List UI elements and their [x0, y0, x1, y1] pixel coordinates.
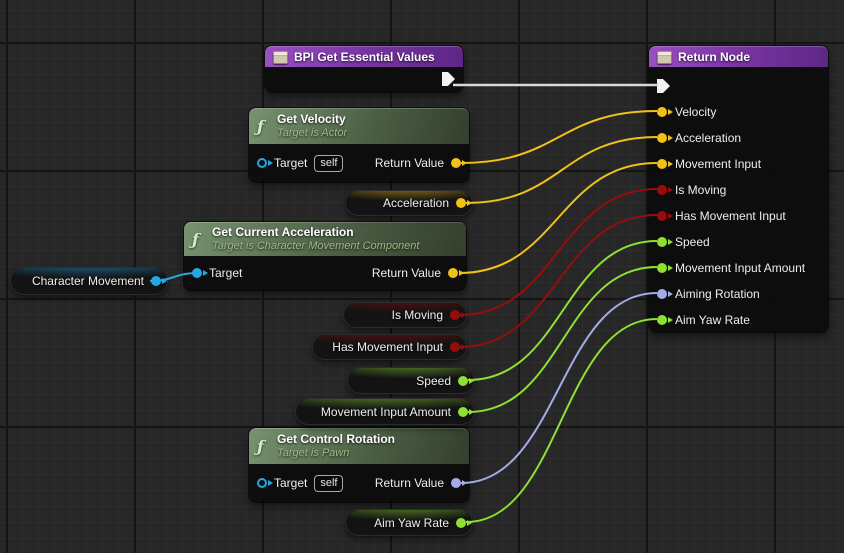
- input-pin-speed[interactable]: [657, 237, 667, 247]
- node-header[interactable]: BPI Get Essential Values: [265, 46, 463, 67]
- output-pin[interactable]: [456, 518, 466, 528]
- pin-label: Has Movement Input: [675, 209, 786, 223]
- output-pin[interactable]: [151, 276, 161, 286]
- input-pin-has-movement-input[interactable]: [657, 211, 667, 221]
- input-pin-velocity[interactable]: [657, 107, 667, 117]
- input-pin-is-moving[interactable]: [657, 185, 667, 195]
- pin-label: Movement Input Amount: [675, 261, 805, 275]
- input-pin-aiming-rotation[interactable]: [657, 289, 667, 299]
- pin-label: Acceleration: [675, 131, 741, 145]
- output-pin[interactable]: [450, 342, 460, 352]
- pin-label: Aiming Rotation: [675, 287, 760, 301]
- input-pin-movement-input[interactable]: [657, 159, 667, 169]
- node-title: Get Velocity: [277, 112, 347, 127]
- wire-acceleration[interactable]: [466, 137, 657, 203]
- pure-function-icon: ƒ: [257, 439, 271, 455]
- exec-input-pin[interactable]: [657, 79, 670, 93]
- target-input-pin[interactable]: [192, 268, 202, 278]
- return-pin-row-movement-input: Movement Input: [649, 151, 828, 177]
- wire-velocity[interactable]: [461, 111, 657, 163]
- wire-aim-yaw-rate[interactable]: [466, 319, 657, 522]
- blueprint-graph-canvas[interactable]: BPI Get Essential Values Return Node Vel…: [0, 0, 844, 553]
- exec-input-row: [649, 73, 828, 99]
- pin-label: Target: [274, 156, 307, 170]
- input-pin-acceleration[interactable]: [657, 133, 667, 143]
- result-node-icon: [657, 51, 672, 64]
- node-get-velocity[interactable]: ƒ Get Velocity Target is Actor Target se…: [249, 108, 469, 182]
- var-node-acceleration[interactable]: Acceleration: [345, 190, 473, 216]
- wire-has-movement-input[interactable]: [459, 215, 657, 347]
- var-node-character-movement[interactable]: Character Movement: [10, 267, 168, 295]
- return-pin-row-movement-input-amount: Movement Input Amount: [649, 255, 828, 281]
- wire-movement-input[interactable]: [459, 163, 657, 273]
- pin-label: Target: [209, 266, 242, 280]
- exec-output-pin[interactable]: [442, 72, 455, 86]
- pin-label: Target: [274, 476, 307, 490]
- var-node-is-moving[interactable]: Is Moving: [343, 302, 467, 328]
- pin-label: Movement Input: [675, 157, 761, 171]
- node-header[interactable]: ƒ Get Velocity Target is Actor: [249, 108, 469, 144]
- node-header[interactable]: ƒ Get Current Acceleration Target is Cha…: [184, 222, 466, 256]
- return-value-output-pin[interactable]: [451, 158, 461, 168]
- node-title: Get Control Rotation: [277, 432, 395, 447]
- var-node-has-movement-input[interactable]: Has Movement Input: [312, 334, 467, 360]
- event-node-icon: [273, 51, 288, 64]
- pin-label: Return Value: [375, 476, 444, 490]
- return-pin-row-acceleration: Acceleration: [649, 125, 828, 151]
- return-pin-row-is-moving: Is Moving: [649, 177, 828, 203]
- var-node-label: Aim Yaw Rate: [374, 516, 449, 530]
- node-return[interactable]: Return Node Velocity Acceleration Moveme…: [649, 46, 828, 332]
- pure-function-icon: ƒ: [257, 119, 271, 135]
- pin-label: Velocity: [675, 105, 716, 119]
- output-pin[interactable]: [450, 310, 460, 320]
- pin-label: Is Moving: [675, 183, 726, 197]
- wire-movement-input-amount[interactable]: [468, 267, 657, 412]
- pure-function-icon: ƒ: [192, 232, 206, 248]
- input-pin-aim-yaw-rate[interactable]: [657, 315, 667, 325]
- return-pin-row-aiming-rotation: Aiming Rotation: [649, 281, 828, 307]
- node-get-control-rotation[interactable]: ƒ Get Control Rotation Target is Pawn Ta…: [249, 428, 469, 502]
- var-node-label: Acceleration: [383, 196, 449, 210]
- pin-label: Return Value: [375, 156, 444, 170]
- node-subtitle: Target is Character Movement Component: [212, 240, 419, 254]
- var-node-label: Movement Input Amount: [321, 405, 451, 419]
- var-node-label: Is Moving: [392, 308, 443, 322]
- output-pin[interactable]: [456, 198, 466, 208]
- self-default-value[interactable]: self: [314, 155, 343, 172]
- return-pin-row-speed: Speed: [649, 229, 828, 255]
- return-value-output-pin[interactable]: [451, 478, 461, 488]
- node-title: BPI Get Essential Values: [294, 50, 435, 64]
- output-pin[interactable]: [458, 407, 468, 417]
- return-value-output-pin[interactable]: [448, 268, 458, 278]
- node-header[interactable]: ƒ Get Control Rotation Target is Pawn: [249, 428, 469, 464]
- output-pin[interactable]: [458, 376, 468, 386]
- wire-is-moving[interactable]: [459, 189, 657, 315]
- var-node-speed[interactable]: Speed: [347, 367, 475, 394]
- node-title: Get Current Acceleration: [212, 225, 419, 240]
- node-title: Return Node: [678, 50, 750, 64]
- var-node-label: Character Movement: [32, 274, 144, 288]
- node-get-current-acceleration[interactable]: ƒ Get Current Acceleration Target is Cha…: [184, 222, 466, 290]
- return-pin-row-has-movement-input: Has Movement Input: [649, 203, 828, 229]
- node-bpi-get-essential-values[interactable]: BPI Get Essential Values: [265, 46, 463, 92]
- var-node-label: Speed: [416, 374, 451, 388]
- pin-label: Speed: [675, 235, 710, 249]
- input-pin-movement-input-amount[interactable]: [657, 263, 667, 273]
- return-pin-row-velocity: Velocity: [649, 99, 828, 125]
- node-subtitle: Target is Actor: [277, 127, 347, 141]
- pin-label: Return Value: [372, 266, 441, 280]
- wire-speed[interactable]: [468, 241, 657, 380]
- node-header[interactable]: Return Node: [649, 46, 828, 67]
- pin-label: Aim Yaw Rate: [675, 313, 750, 327]
- var-node-label: Has Movement Input: [332, 340, 443, 354]
- wire-aiming-rotation[interactable]: [461, 293, 657, 483]
- target-input-pin[interactable]: [257, 158, 267, 168]
- var-node-aim-yaw-rate[interactable]: Aim Yaw Rate: [345, 509, 473, 536]
- node-subtitle: Target is Pawn: [277, 447, 395, 461]
- target-input-pin[interactable]: [257, 478, 267, 488]
- self-default-value[interactable]: self: [314, 475, 343, 492]
- return-pin-row-aim-yaw-rate: Aim Yaw Rate: [649, 307, 828, 333]
- var-node-movement-input-amount[interactable]: Movement Input Amount: [295, 398, 475, 425]
